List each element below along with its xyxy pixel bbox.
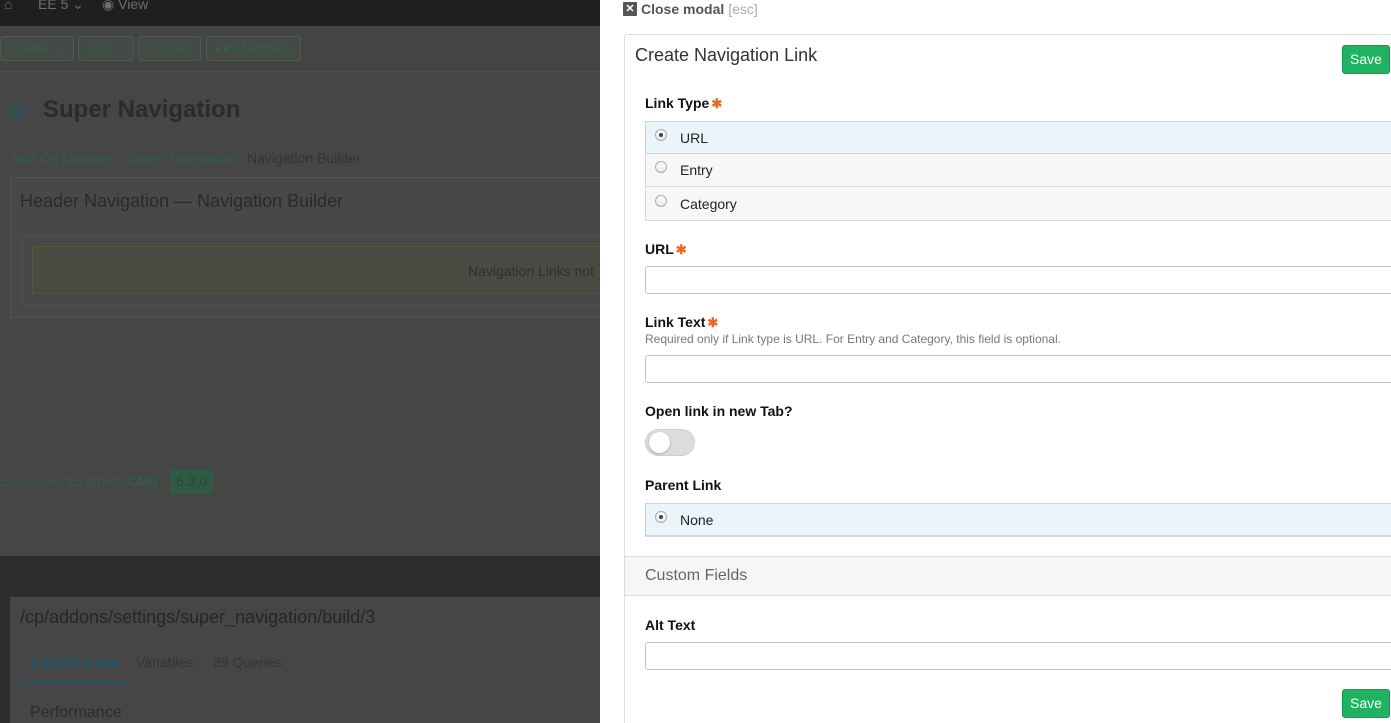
close-modal-link[interactable]: ✕ Close modal [esc]	[623, 1, 758, 17]
radio-button[interactable]	[655, 510, 667, 523]
custom-fields-section: Custom Fields	[625, 556, 1391, 596]
debug-tab-queries[interactable]: 39 Queries	[213, 654, 281, 670]
url-input[interactable]	[645, 266, 1391, 294]
alt-text-input[interactable]	[645, 642, 1391, 670]
link-type-radio-group: URL Entry Category	[645, 121, 1391, 221]
link-text-description: Required only if Link type is URL. For E…	[645, 332, 1061, 346]
breadcrumb-current: Navigation Builder	[247, 150, 361, 166]
link-text-label: Link Text ✱	[645, 314, 719, 330]
link-type-label: Link Type ✱	[645, 95, 723, 111]
debug-performance-heading: Performance	[30, 704, 122, 721]
required-icon: ✱	[711, 96, 723, 111]
members-button[interactable]: ●● Members	[206, 36, 302, 61]
form-title: Create Navigation Link	[635, 45, 818, 65]
close-modal-hint: [esc]	[728, 1, 758, 17]
debug-tab-variables[interactable]: Variables	[136, 654, 193, 670]
toggle-knob	[649, 432, 670, 453]
save-button-bottom[interactable]: Save	[1342, 689, 1390, 718]
close-icon: ✕	[623, 2, 637, 16]
new-tab-label: Open link in new Tab?	[645, 403, 793, 419]
parent-link-label: Parent Link	[645, 477, 722, 493]
footer-brand[interactable]: ExpressionEngine® CMS	[0, 473, 158, 489]
required-icon: ✱	[675, 242, 687, 257]
create-link-modal: ✕ Close modal [esc] Create Navigation Li…	[600, 0, 1391, 723]
breadcrumb-super-navigation[interactable]: Super Navigation	[128, 150, 235, 166]
url-label: URL ✱	[645, 241, 687, 257]
required-icon: ✱	[707, 315, 719, 330]
link-type-option-entry[interactable]: Entry	[646, 154, 1391, 187]
link-type-option-url[interactable]: URL	[645, 121, 1391, 154]
close-modal-label: Close modal	[641, 1, 725, 17]
radio-button[interactable]	[655, 161, 667, 173]
files-icon: ▢	[146, 40, 160, 56]
panel-title: Header Navigation — Navigation Builder	[20, 191, 344, 211]
alt-text-label: Alt Text	[645, 617, 696, 633]
link-type-option-category[interactable]: Category	[646, 187, 1391, 220]
radio-button[interactable]	[655, 194, 667, 207]
version-badge: 5.3.0	[170, 470, 214, 494]
page-title: Super Navigation	[43, 96, 241, 123]
view-link[interactable]: ◉ View	[102, 0, 148, 13]
debug-tab-indicator	[20, 681, 126, 684]
create-menu-button[interactable]: Create ⌄	[0, 36, 74, 61]
files-button[interactable]: ▢ Files	[138, 36, 201, 61]
custom-fields-title: Custom Fields	[645, 567, 748, 584]
parent-link-option-none[interactable]: None	[645, 503, 1391, 536]
save-button-top[interactable]: Save	[1342, 45, 1390, 74]
radio-button[interactable]	[655, 128, 667, 141]
edit-menu-button[interactable]: Edit ⌄	[78, 36, 134, 61]
link-text-input[interactable]	[645, 355, 1391, 383]
eye-icon: ◉	[102, 0, 115, 12]
home-icon[interactable]: ⌂	[4, 0, 12, 12]
empty-alert-text: Navigation Links not	[468, 263, 595, 279]
site-switcher[interactable]: EE 5 ⌄	[38, 0, 84, 13]
new-tab-toggle[interactable]	[645, 429, 695, 456]
gear-icon: ⚙	[10, 102, 28, 124]
breadcrumb-addon-manager[interactable]: Add-On Manager	[10, 150, 117, 166]
members-icon: ●●	[214, 40, 231, 56]
parent-link-radio-group: None	[645, 503, 1391, 537]
form-box: Create Navigation Link Save Link Type ✱ U…	[624, 34, 1391, 723]
debug-url: /cp/addons/settings/super_navigation/bui…	[20, 607, 376, 627]
debug-tab-load[interactable]: 0.2128s Load	[31, 654, 119, 670]
